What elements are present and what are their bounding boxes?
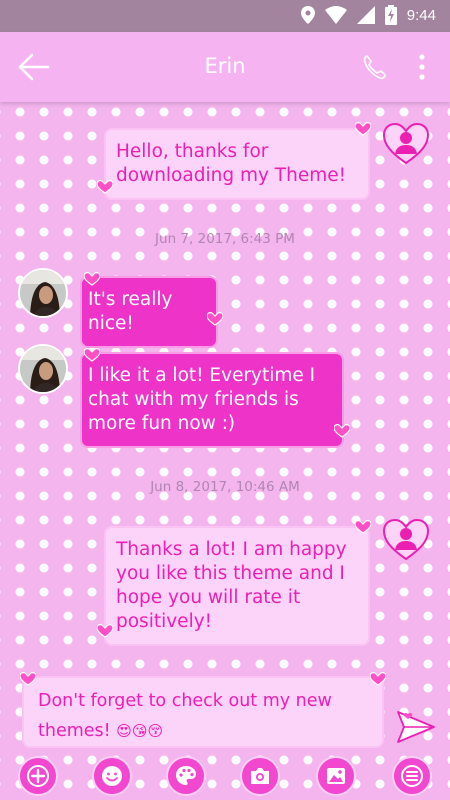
bottom-toolbar [0,754,450,800]
menu-icon [401,765,423,787]
add-icon [27,765,49,787]
heart-decoration-icon [97,180,113,194]
palette-icon [176,766,196,785]
heart-decoration-icon [84,272,100,286]
compose-text: Don't forget to check out my new themes! [38,691,332,741]
contact-heart-avatar-icon[interactable] [382,122,430,166]
menu-button[interactable] [392,756,432,796]
contact-avatar[interactable] [18,344,68,394]
message-text: Thanks a lot! I am happy you like this t… [116,539,347,632]
gallery-button[interactable] [316,756,356,796]
compose-emoji: 😍😘😚 [116,722,164,740]
contact-heart-avatar-icon[interactable] [382,518,430,562]
emoji-icon [102,766,122,786]
wifi-icon [324,6,347,24]
message-text: I like it a lot! Everytime I chat with m… [88,365,316,434]
message-timestamp: Jun 7, 2017, 6:43 PM [155,231,295,247]
location-icon [300,6,315,24]
heart-decoration-icon [370,672,386,686]
app-bar: Erin [0,32,450,102]
status-time: 9:44 [406,6,436,24]
theme-button[interactable] [166,756,206,796]
heart-decoration-icon [355,520,371,534]
heart-decoration-icon [355,122,371,136]
heart-decoration-icon [334,424,350,438]
status-bar: 9:44 [0,0,450,32]
message-timestamp: Jun 8, 2017, 10:46 AM [150,479,300,495]
heart-decoration-icon [84,348,100,362]
emoji-button[interactable] [92,756,132,796]
message-compose-input[interactable]: Don't forget to check out my new themes!… [22,676,384,748]
message-outgoing[interactable]: Hello, thanks for downloading my Theme! [104,128,370,200]
send-icon[interactable] [396,710,436,744]
heart-decoration-icon [20,672,36,686]
image-icon [327,768,345,784]
message-incoming[interactable]: I like it a lot! Everytime I chat with m… [80,352,344,448]
message-outgoing[interactable]: Thanks a lot! I am happy you like this t… [104,526,370,646]
more-options-icon[interactable] [418,54,426,80]
heart-decoration-icon [207,312,223,326]
phone-icon[interactable] [362,54,386,80]
signal-icon [356,6,375,24]
camera-button[interactable] [240,756,280,796]
message-text: Hello, thanks for downloading my Theme! [116,141,347,186]
add-attachment-button[interactable] [18,756,58,796]
message-incoming[interactable]: It's really nice! [80,276,218,348]
camera-icon [251,768,269,784]
avatar-photo [20,270,66,316]
contact-avatar[interactable] [18,268,68,318]
battery-charging-icon [384,5,397,25]
message-text: It's really nice! [88,289,173,334]
heart-decoration-icon [97,624,113,638]
avatar-photo [20,346,66,392]
